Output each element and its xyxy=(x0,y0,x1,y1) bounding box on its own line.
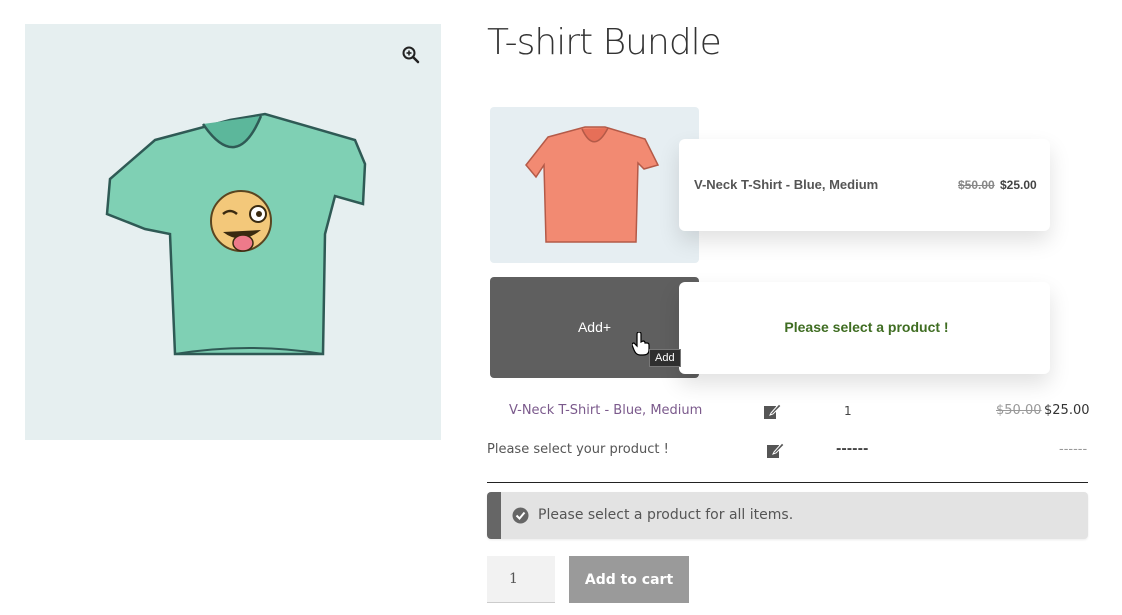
notice-banner: Please select a product for all items. xyxy=(487,492,1088,539)
hand-cursor-icon xyxy=(632,332,650,356)
bundle-empty-card: Please select a product ! xyxy=(679,282,1050,374)
summary-empty-price: ------ xyxy=(1059,442,1088,457)
add-tooltip: Add xyxy=(649,349,681,367)
bundle-item-thumbnail[interactable] xyxy=(490,107,699,263)
green-tshirt-image xyxy=(105,112,367,356)
divider xyxy=(487,482,1088,483)
bundle-item-card: V-Neck T-Shirt - Blue, Medium $50.00 $25… xyxy=(679,139,1050,231)
edit-icon[interactable] xyxy=(766,441,784,459)
check-circle-icon xyxy=(512,507,529,524)
bundle-item-new-price: $25.00 xyxy=(1000,178,1037,192)
zoom-button[interactable] xyxy=(400,44,422,66)
summary-item-qty: 1 xyxy=(844,404,852,418)
edit-icon[interactable] xyxy=(763,402,781,420)
add-product-label: Add+ xyxy=(577,319,612,335)
summary-item-new-price: $25.00 xyxy=(1044,403,1090,418)
notice-text: Please select a product for all items. xyxy=(538,507,794,523)
add-to-cart-button[interactable]: Add to cart xyxy=(569,556,689,603)
summary-empty-label: Please select your product ! xyxy=(487,442,669,457)
orange-tshirt-image xyxy=(525,126,660,243)
select-product-message: Please select a product ! xyxy=(784,319,949,335)
summary-item-old-price: $50.00 xyxy=(996,403,1042,418)
product-title: T-shirt Bundle xyxy=(487,22,722,63)
summary-empty-qty: ------ xyxy=(836,442,869,457)
bundle-item-old-price: $50.00 xyxy=(958,178,995,192)
zoom-in-icon xyxy=(402,46,420,64)
bundle-item-name: V-Neck T-Shirt - Blue, Medium xyxy=(694,177,879,192)
product-gallery-image[interactable] xyxy=(25,24,441,440)
quantity-input[interactable] xyxy=(487,556,555,603)
summary-item-link[interactable]: V-Neck T-Shirt - Blue, Medium xyxy=(509,403,702,418)
